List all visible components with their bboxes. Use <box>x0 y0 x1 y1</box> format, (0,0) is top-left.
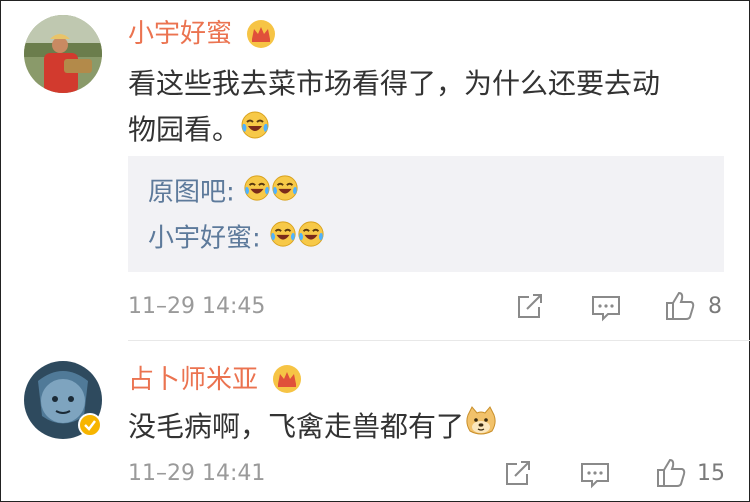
username[interactable]: 占卜师米亚 <box>128 364 258 396</box>
comment-text-line1: 看这些我去菜市场看得了，为什么还要去动 <box>128 67 661 100</box>
comment-text: 看这些我去菜市场看得了，为什么还要去动 物园看。 <box>128 61 718 154</box>
laugh-cry-emoji <box>269 220 297 258</box>
laugh-cry-emoji <box>271 174 299 212</box>
comment-text-body: 没毛病啊，飞禽走兽都有了 <box>128 410 465 443</box>
comment-icon[interactable] <box>579 461 611 493</box>
crown-icon <box>272 364 302 394</box>
share-icon[interactable] <box>515 293 545 325</box>
laugh-cry-emoji <box>297 220 325 258</box>
laugh-cry-emoji <box>243 174 271 212</box>
timestamp: 11–29 14:41 <box>128 461 266 486</box>
comment-text-line2: 物园看。 <box>128 107 718 154</box>
quote-line-1[interactable]: 原图吧: <box>148 174 299 212</box>
quote-author: 小宇好蜜: <box>148 223 261 254</box>
like-icon[interactable] <box>655 457 687 493</box>
comment-divider <box>128 340 750 341</box>
username[interactable]: 小宇好蜜 <box>128 18 232 50</box>
like-count: 15 <box>697 461 725 486</box>
crown-icon <box>246 19 276 49</box>
quote-author: 原图吧: <box>148 177 235 208</box>
like-count: 8 <box>708 294 722 319</box>
comment-icon[interactable] <box>590 294 622 326</box>
timestamp: 11–29 14:45 <box>128 294 266 319</box>
comment-text-line2-text: 物园看。 <box>128 113 241 146</box>
avatar[interactable] <box>24 15 102 93</box>
comment-text: 没毛病啊，飞禽走兽都有了 <box>128 404 718 451</box>
share-icon[interactable] <box>503 460 533 492</box>
quoted-replies[interactable]: 原图吧: 小宇好蜜: <box>128 156 724 272</box>
like-icon[interactable] <box>664 290 696 326</box>
quote-line-2[interactable]: 小宇好蜜: <box>148 220 325 258</box>
doge-emoji <box>464 405 498 451</box>
verified-icon <box>78 413 102 441</box>
laugh-cry-emoji <box>240 108 270 154</box>
